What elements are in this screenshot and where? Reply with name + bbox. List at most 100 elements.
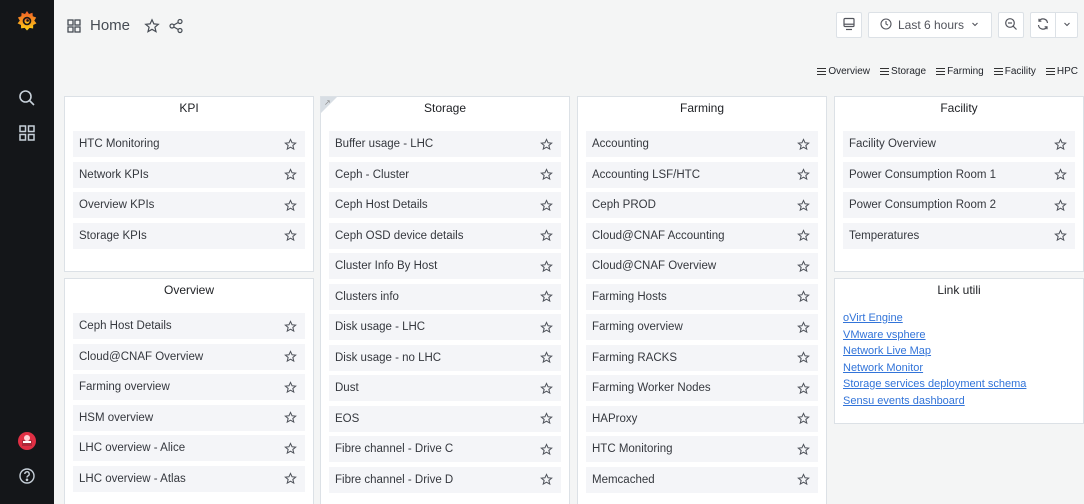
dashboard-list-item[interactable]: LHC overview - Alice bbox=[73, 435, 305, 461]
dashboard-list-item[interactable]: Dust bbox=[329, 375, 561, 401]
panel-title[interactable]: KPI bbox=[65, 97, 313, 119]
external-link[interactable]: oVirt Engine bbox=[843, 311, 1075, 327]
dashboard-list-item[interactable]: Ceph Host Details bbox=[73, 313, 305, 339]
dashboard-list-item[interactable]: Farming RACKS bbox=[586, 344, 818, 371]
dashboard-list-item[interactable]: Cloud@CNAF Overview bbox=[73, 343, 305, 370]
page-title[interactable]: Home bbox=[90, 17, 130, 34]
dashboard-list-item[interactable]: Ceph OSD device details bbox=[329, 222, 561, 249]
dashboard-list-item[interactable]: Fibre channel - Drive C bbox=[329, 436, 561, 462]
star-icon[interactable] bbox=[144, 17, 160, 34]
star-icon[interactable] bbox=[284, 411, 297, 424]
star-icon[interactable] bbox=[540, 259, 553, 273]
external-link[interactable]: Network Monitor bbox=[843, 361, 1075, 377]
dashboard-list-item[interactable]: Ceph Host Details bbox=[329, 192, 561, 218]
dashboard-list-item[interactable]: Accounting LSF/HTC bbox=[586, 161, 818, 188]
dashboards-grid-icon[interactable] bbox=[18, 124, 36, 142]
star-icon[interactable] bbox=[284, 137, 297, 151]
grafana-logo-icon[interactable] bbox=[16, 10, 38, 32]
link-facility[interactable]: Facility bbox=[993, 66, 1036, 77]
time-range-picker[interactable]: Last 6 hours bbox=[868, 12, 992, 38]
star-icon[interactable] bbox=[284, 198, 297, 212]
star-icon[interactable] bbox=[284, 319, 297, 333]
star-icon[interactable] bbox=[540, 320, 553, 334]
dashboard-list-item[interactable]: Memcached bbox=[586, 466, 818, 493]
star-icon[interactable] bbox=[540, 351, 553, 364]
star-icon[interactable] bbox=[797, 198, 810, 212]
dashboard-list-item[interactable]: HSM overview bbox=[73, 404, 305, 431]
dashboard-list-item[interactable]: LHC overview - Atlas bbox=[73, 465, 305, 492]
star-icon[interactable] bbox=[1054, 168, 1067, 181]
dashboard-list-item[interactable]: Disk usage - LHC bbox=[329, 314, 561, 340]
dashboard-list-item[interactable]: HTC Monitoring bbox=[73, 131, 305, 157]
help-icon[interactable] bbox=[18, 467, 36, 485]
dashboard-list-item[interactable]: Temperatures bbox=[843, 222, 1075, 249]
user-avatar[interactable] bbox=[18, 432, 36, 450]
dashboard-list-item[interactable]: Facility Overview bbox=[843, 131, 1075, 157]
star-icon[interactable] bbox=[540, 137, 553, 151]
star-icon[interactable] bbox=[797, 351, 810, 364]
external-link[interactable]: Sensu events dashboard bbox=[843, 394, 1075, 410]
refresh-button[interactable] bbox=[1030, 12, 1056, 38]
dashboard-list-item[interactable]: Power Consumption Room 2 bbox=[843, 192, 1075, 218]
dashboard-list-item[interactable]: Farming overview bbox=[586, 314, 818, 340]
zoom-out-button[interactable] bbox=[998, 12, 1024, 38]
star-icon[interactable] bbox=[284, 472, 297, 485]
star-icon[interactable] bbox=[540, 290, 553, 303]
dashboard-list-item[interactable]: Accounting bbox=[586, 131, 818, 157]
panel-title[interactable]: Farming bbox=[578, 97, 826, 119]
star-icon[interactable] bbox=[284, 168, 297, 181]
star-icon[interactable] bbox=[797, 412, 810, 425]
dashboard-list-item[interactable]: Buffer usage - LHC bbox=[329, 131, 561, 157]
tv-mode-button[interactable] bbox=[836, 12, 862, 38]
external-link[interactable]: Storage services deployment schema bbox=[843, 377, 1075, 393]
star-icon[interactable] bbox=[284, 380, 297, 394]
star-icon[interactable] bbox=[284, 350, 297, 363]
external-link[interactable]: VMware vsphere bbox=[843, 328, 1075, 344]
star-icon[interactable] bbox=[797, 229, 810, 242]
dashboard-list-item[interactable]: EOS bbox=[329, 405, 561, 432]
dashboard-list-item[interactable]: Disk usage - no LHC bbox=[329, 344, 561, 371]
star-icon[interactable] bbox=[540, 381, 553, 395]
panel-title[interactable]: Facility bbox=[835, 97, 1083, 119]
dashboard-list-item[interactable]: Storage KPIs bbox=[73, 222, 305, 249]
star-icon[interactable] bbox=[797, 442, 810, 456]
dashboard-list-item[interactable]: Cluster Info By Host bbox=[329, 253, 561, 279]
dashboard-list-item[interactable]: Network KPIs bbox=[73, 161, 305, 188]
star-icon[interactable] bbox=[284, 441, 297, 455]
dashboard-list-item[interactable]: HAProxy bbox=[586, 405, 818, 432]
dashboard-list-item[interactable]: Clusters info bbox=[329, 283, 561, 310]
dashboard-list-item[interactable]: HTC Monitoring bbox=[586, 436, 818, 462]
panel-title[interactable]: Overview bbox=[65, 279, 313, 301]
star-icon[interactable] bbox=[797, 320, 810, 334]
star-icon[interactable] bbox=[797, 137, 810, 151]
star-icon[interactable] bbox=[1054, 229, 1067, 242]
star-icon[interactable] bbox=[540, 442, 553, 456]
star-icon[interactable] bbox=[797, 473, 810, 486]
dashboard-list-item[interactable]: Overview KPIs bbox=[73, 192, 305, 218]
dashboard-list-item[interactable]: Farming Worker Nodes bbox=[586, 375, 818, 401]
dashboard-list-item[interactable]: Ceph PROD bbox=[586, 192, 818, 218]
dashboard-list-item[interactable]: Ceph - Cluster bbox=[329, 161, 561, 188]
star-icon[interactable] bbox=[284, 229, 297, 242]
panel-title[interactable]: Link utili bbox=[835, 279, 1083, 301]
star-icon[interactable] bbox=[540, 168, 553, 181]
star-icon[interactable] bbox=[540, 473, 553, 486]
link-hpc[interactable]: HPC bbox=[1045, 66, 1078, 77]
dashboard-list-item[interactable]: Cloud@CNAF Accounting bbox=[586, 222, 818, 249]
link-storage[interactable]: Storage bbox=[880, 66, 926, 77]
star-icon[interactable] bbox=[540, 412, 553, 425]
star-icon[interactable] bbox=[540, 198, 553, 212]
link-farming[interactable]: Farming bbox=[936, 66, 984, 77]
star-icon[interactable] bbox=[797, 259, 810, 273]
external-link[interactable]: Network Live Map bbox=[843, 344, 1075, 360]
dashboard-list-item[interactable]: Fibre channel - Drive D bbox=[329, 466, 561, 493]
star-icon[interactable] bbox=[797, 290, 810, 303]
star-icon[interactable] bbox=[1054, 137, 1067, 151]
search-icon[interactable] bbox=[18, 89, 36, 107]
link-overview[interactable]: Overview bbox=[817, 66, 870, 77]
dashboard-list-item[interactable]: Power Consumption Room 1 bbox=[843, 161, 1075, 188]
share-icon[interactable] bbox=[168, 18, 184, 34]
dashboard-list-item[interactable]: Farming Hosts bbox=[586, 283, 818, 310]
panel-title[interactable]: Storage bbox=[321, 97, 569, 119]
star-icon[interactable] bbox=[540, 229, 553, 242]
